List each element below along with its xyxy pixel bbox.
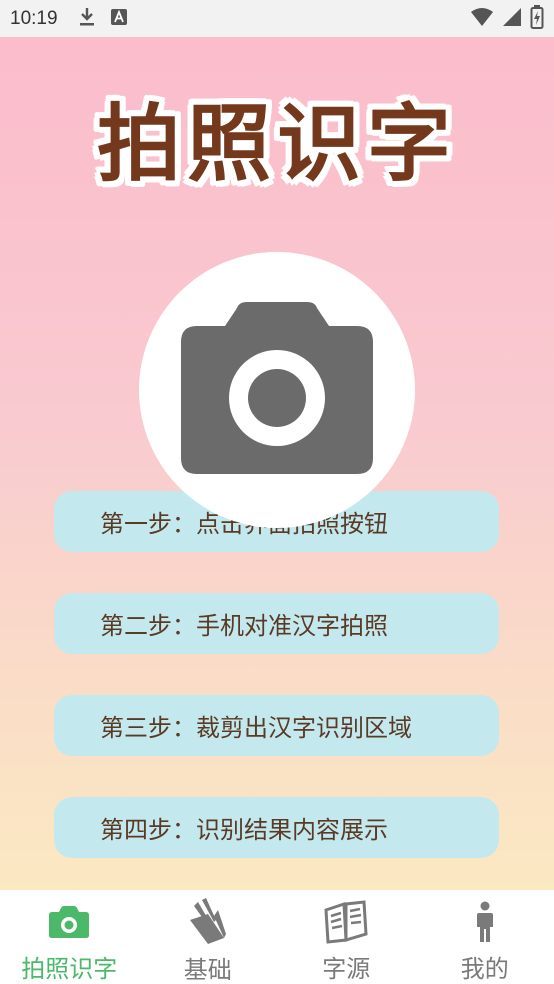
camera-icon <box>179 300 375 480</box>
book-stack-icon <box>188 898 228 946</box>
wifi-icon <box>470 7 494 31</box>
download-icon <box>78 6 96 32</box>
nav-item-character-origin[interactable]: 字源 <box>277 890 416 984</box>
signal-icon <box>502 7 522 31</box>
nav-item-basics[interactable]: 基础 <box>139 890 278 984</box>
open-book-icon <box>323 898 369 945</box>
nav-label-mine: 我的 <box>460 955 509 983</box>
camera-button[interactable] <box>139 252 415 528</box>
status-bar: 10:19 <box>0 0 554 37</box>
battery-icon <box>530 4 544 33</box>
bottom-nav: 拍照识字 基础 字源 我的 <box>0 890 554 984</box>
nav-item-photo-recognition[interactable]: 拍照识字 <box>0 890 139 984</box>
main-content: 拍照识字 第一步：点击界面拍照按钮 第二步：手机对准汉字拍照 第三步：裁剪出汉字… <box>0 37 554 890</box>
step-2-button[interactable]: 第二步：手机对准汉字拍照 <box>54 593 499 654</box>
app-title: 拍照识字 <box>96 95 457 193</box>
nav-label-photo-recognition: 拍照识字 <box>21 955 118 983</box>
accessibility-icon <box>110 8 128 30</box>
nav-item-mine[interactable]: 我的 <box>416 890 554 984</box>
step-3-button[interactable]: 第三步：裁剪出汉字识别区域 <box>54 695 499 756</box>
nav-label-basics: 基础 <box>183 956 232 984</box>
nav-label-character-origin: 字源 <box>322 955 371 983</box>
status-time: 10:19 <box>10 7 58 29</box>
step-4-button[interactable]: 第四步：识别结果内容展示 <box>54 797 499 858</box>
person-icon <box>475 898 495 945</box>
camera-icon <box>48 898 90 945</box>
